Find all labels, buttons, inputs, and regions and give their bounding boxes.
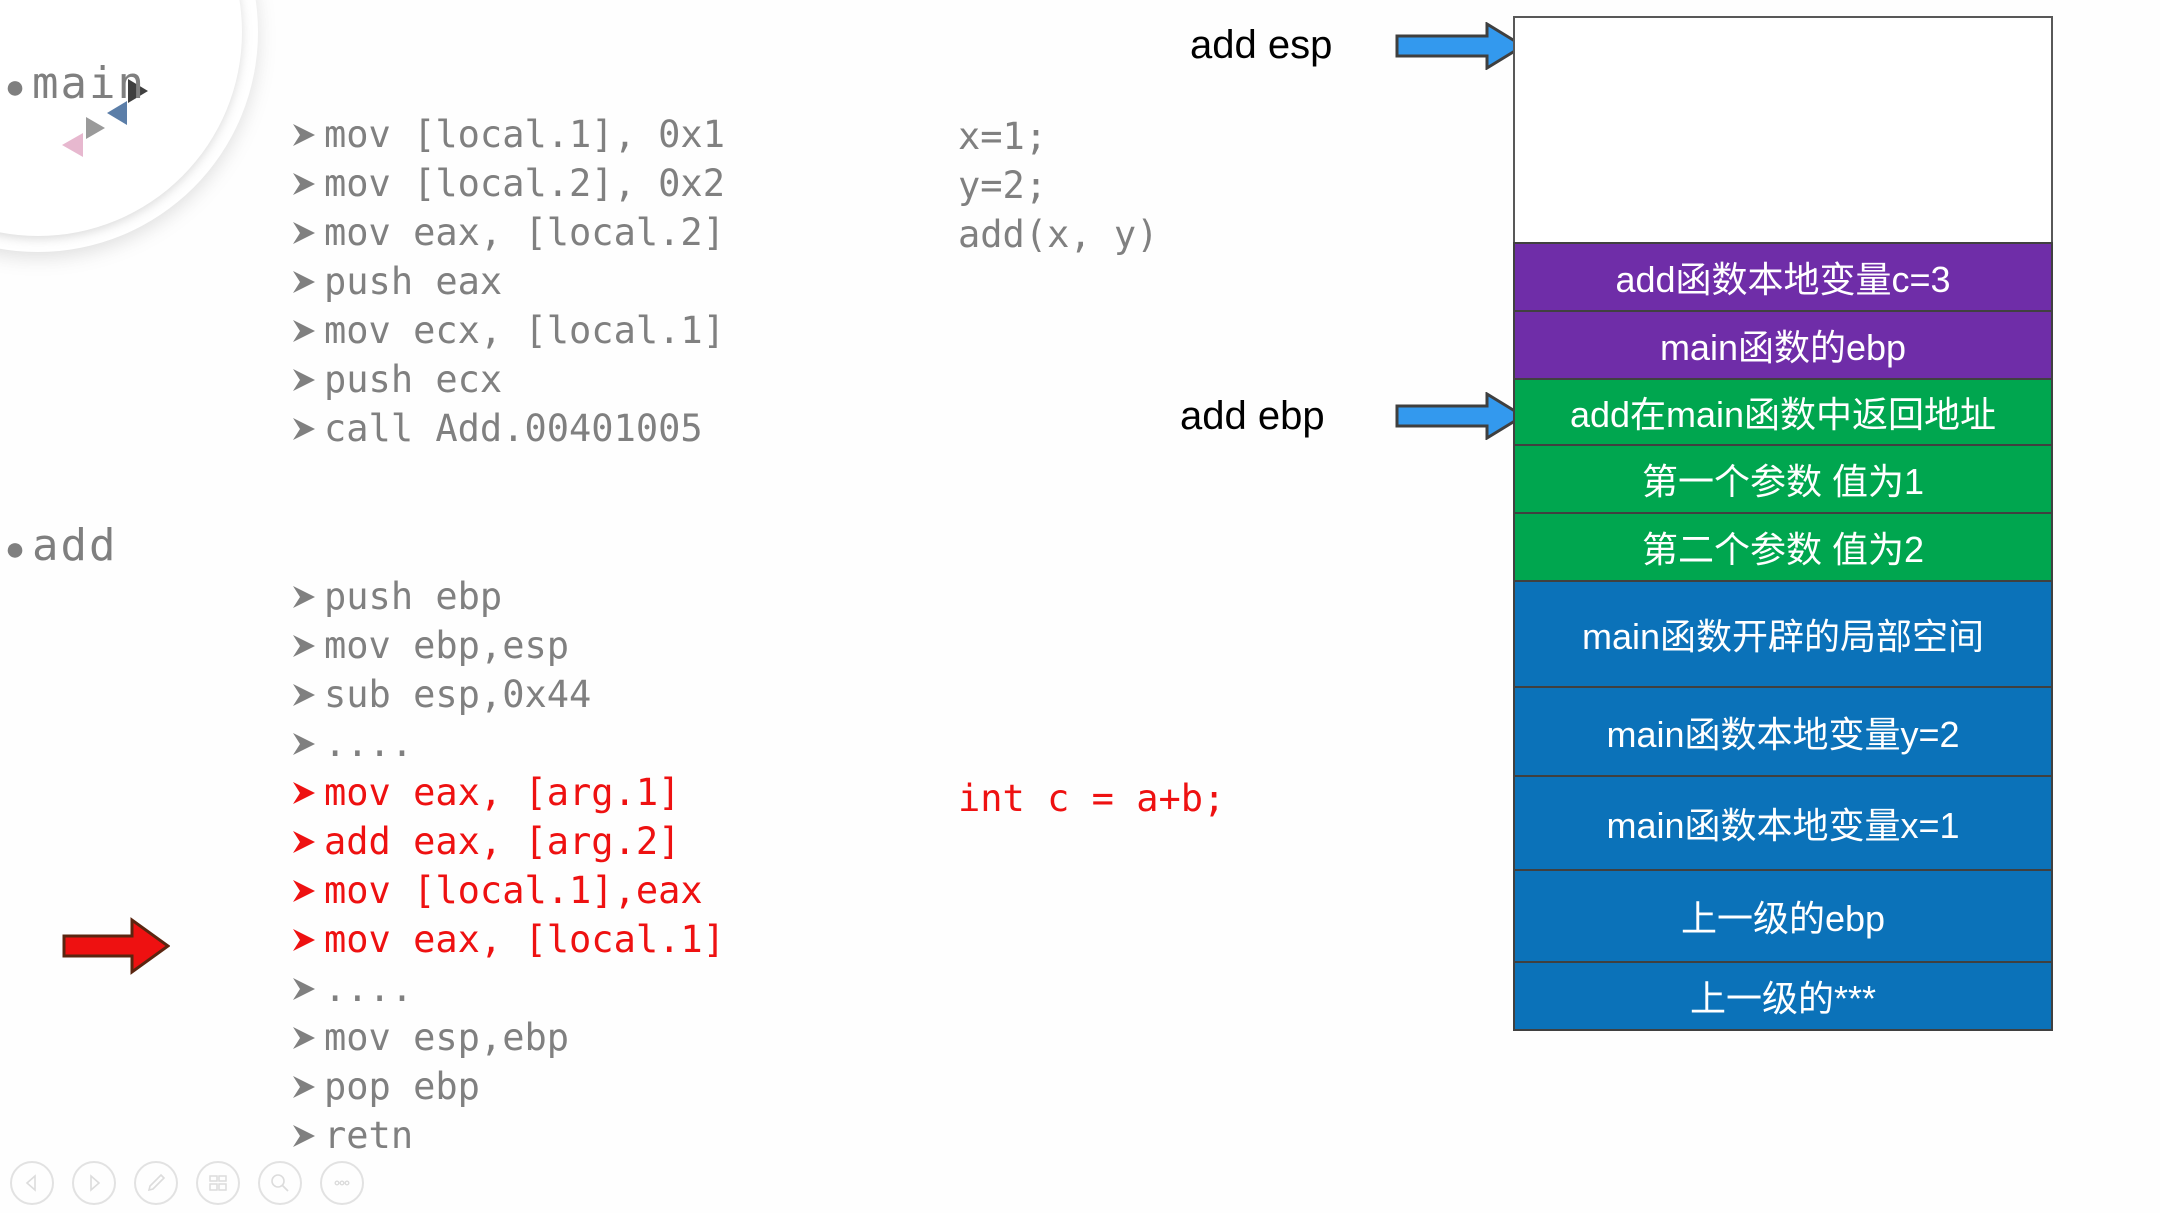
call-stack-diagram: add函数本地变量c=3 main函数的ebp add在main函数中返回地址 …: [1513, 16, 2053, 1031]
stack-cell-label: add函数本地变量c=3: [1615, 259, 1951, 300]
stack-cell-main-local-space: main函数开辟的局部空间: [1513, 580, 2053, 688]
stack-cell-add-local-c: add函数本地变量c=3: [1513, 242, 2053, 312]
stack-cell-label: add在main函数中返回地址: [1569, 394, 1997, 435]
list-arrow-icon: [290, 365, 324, 395]
list-arrow-icon: [290, 120, 324, 150]
pen-icon: [145, 1172, 167, 1194]
stack-cell-prev-misc: 上一级的***: [1513, 961, 2053, 1031]
triangle-left-icon: [22, 1173, 42, 1193]
section-main-label: main: [32, 58, 146, 109]
list-arrow-icon: [290, 631, 324, 661]
stack-cell-main-local-y: main函数本地变量y=2: [1513, 686, 2053, 777]
stack-cell-label: main函数开辟的局部空间: [1581, 616, 1985, 657]
stack-cell-label: main函数本地变量x=1: [1606, 805, 1960, 846]
stack-cell-label: main函数的ebp: [1659, 327, 1907, 368]
next-slide-button[interactable]: [72, 1161, 116, 1205]
code-text: sub esp,0x44: [324, 672, 592, 716]
code-line: retn: [290, 1111, 1750, 1160]
list-arrow-icon: [290, 925, 324, 955]
stack-cell-label: 第二个参数 值为2: [1641, 529, 1925, 570]
section-add-label: add: [32, 520, 118, 571]
callout-label-add-ebp: add ebp: [1180, 394, 1325, 438]
list-arrow-icon: [290, 1072, 324, 1102]
list-arrow-icon: [290, 414, 324, 444]
code-text: mov eax, [local.1]: [324, 917, 725, 961]
stack-cell-empty: [1513, 16, 2053, 244]
code-text: mov eax, [arg.1]: [324, 770, 681, 814]
stack-cell-main-ebp: main函数的ebp: [1513, 310, 2053, 380]
code-text: push ebp: [324, 574, 503, 618]
code-text: mov [local.1], 0x1: [324, 112, 725, 156]
list-arrow-icon: [290, 267, 324, 297]
pen-button[interactable]: [134, 1161, 178, 1205]
stack-cell-label: 上一级的ebp: [1680, 898, 1886, 939]
code-comment-highlighted: int c = a+b;: [958, 777, 1226, 820]
stack-cell-main-local-x: main函数本地变量x=1: [1513, 775, 2053, 871]
code-text: mov ecx, [local.1]: [324, 308, 725, 352]
list-arrow-icon: [290, 169, 324, 199]
list-arrow-icon: [290, 827, 324, 857]
list-arrow-icon: [290, 876, 324, 906]
section-add-lines: push ebp mov ebp,esp sub esp,0x44 .... m…: [0, 572, 1750, 1160]
stack-cell-return-address: add在main函数中返回地址: [1513, 378, 2053, 446]
code-comment: add(x, y): [958, 213, 1159, 256]
stack-cell-prev-ebp: 上一级的ebp: [1513, 869, 2053, 963]
blue-right-arrow-icon-ebp: [1395, 391, 1526, 445]
list-arrow-icon: [290, 582, 324, 612]
code-text: push eax: [324, 259, 503, 303]
code-comment: y=2;: [958, 164, 1048, 207]
list-arrow-icon: [290, 1023, 324, 1053]
red-right-arrow-icon: [62, 916, 171, 981]
blue-right-arrow-icon-esp: [1395, 21, 1526, 75]
stack-cell-label: main函数本地变量y=2: [1606, 713, 1960, 755]
list-arrow-icon: [290, 729, 324, 759]
more-options-button[interactable]: [320, 1161, 364, 1205]
code-text: ....: [324, 966, 414, 1010]
triangle-right-icon: [84, 1173, 104, 1193]
bullet-dot-icon: ●: [4, 68, 28, 106]
stack-cell-label: 上一级的***: [1689, 978, 1877, 1019]
previous-slide-button[interactable]: [10, 1161, 54, 1205]
section-add-heading: ● add: [0, 520, 1460, 575]
code-text: add eax, [arg.2]: [324, 819, 681, 863]
list-arrow-icon: [290, 1121, 324, 1151]
code-text: retn: [324, 1113, 414, 1157]
code-text: ....: [324, 721, 414, 765]
list-arrow-icon: [290, 680, 324, 710]
code-text: push ecx: [324, 357, 503, 401]
grid-icon: [207, 1172, 229, 1194]
code-text: mov ebp,esp: [324, 623, 570, 667]
code-comment: x=1;: [958, 115, 1048, 158]
code-text: mov eax, [local.2]: [324, 210, 725, 254]
stack-cell-arg1: 第一个参数 值为1: [1513, 444, 2053, 514]
ellipsis-icon: [331, 1172, 353, 1194]
slide-overview-button[interactable]: [196, 1161, 240, 1205]
code-text: pop ebp: [324, 1064, 480, 1108]
stack-cell-label: 第一个参数 值为1: [1641, 461, 1925, 502]
code-text: mov esp,ebp: [324, 1015, 570, 1059]
magnifier-icon: [269, 1172, 291, 1194]
code-line: pop ebp: [290, 1062, 1750, 1111]
section-add: ● add: [0, 520, 1460, 575]
presentation-toolbar[interactable]: [10, 1161, 364, 1205]
callout-label-add-esp: add esp: [1190, 23, 1333, 67]
list-arrow-icon: [290, 316, 324, 346]
code-text: mov [local.1],eax: [324, 868, 703, 912]
list-arrow-icon: [290, 218, 324, 248]
list-arrow-icon: [290, 974, 324, 1004]
code-text: call Add.00401005: [324, 406, 703, 450]
code-text: mov [local.2], 0x2: [324, 161, 725, 205]
zoom-button[interactable]: [258, 1161, 302, 1205]
list-arrow-icon: [290, 778, 324, 808]
stack-cell-arg2: 第二个参数 值为2: [1513, 512, 2053, 582]
presentation-slide: ● main mov [local.1], 0x1 mov [local.2],…: [0, 0, 2160, 1213]
bullet-dot-icon: ●: [4, 530, 28, 568]
assembly-code-panel: ● main mov [local.1], 0x1 mov [local.2],…: [0, 0, 1480, 1213]
